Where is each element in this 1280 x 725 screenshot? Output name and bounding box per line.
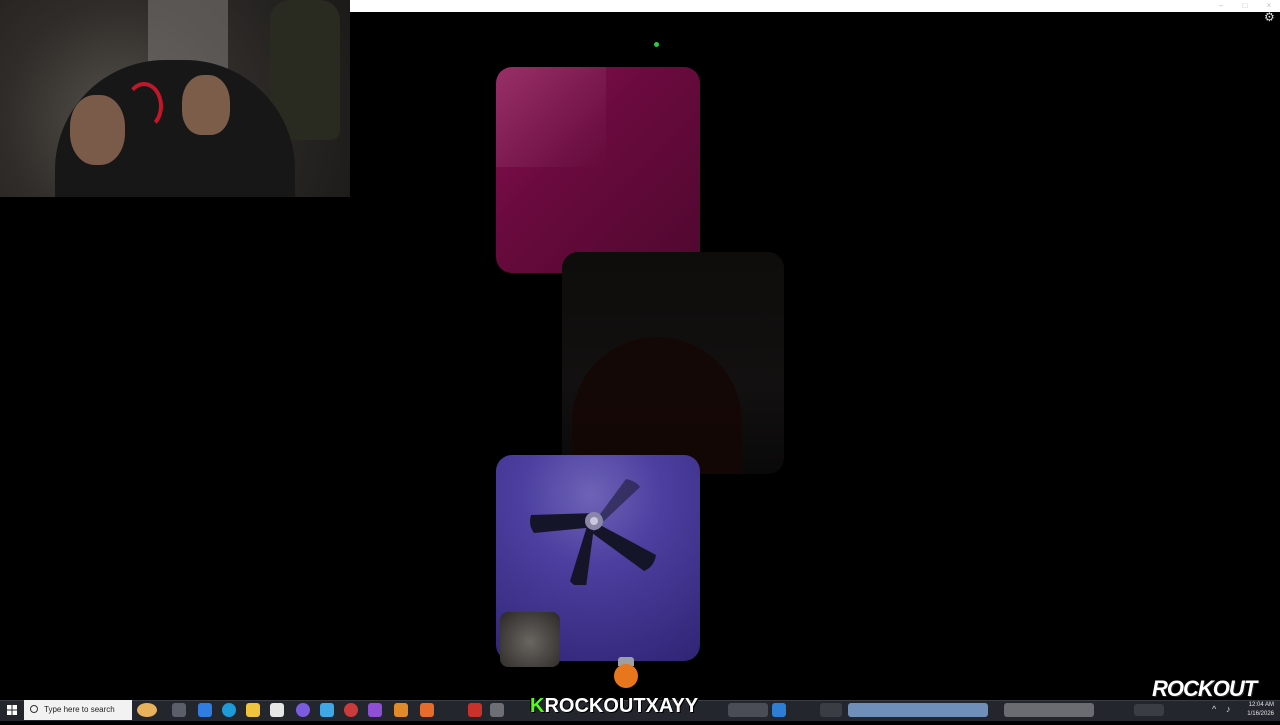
taskbar-app-icon[interactable] bbox=[198, 703, 212, 717]
participant-tile-dark[interactable] bbox=[562, 252, 784, 474]
self-view-thumbnail[interactable] bbox=[500, 612, 560, 667]
headset bbox=[125, 82, 163, 130]
settings-gear-icon[interactable]: ⚙ bbox=[1264, 11, 1276, 23]
webcam-overlay bbox=[0, 0, 350, 197]
epic-games-icon[interactable] bbox=[820, 703, 842, 717]
windows-start-icon[interactable] bbox=[0, 700, 24, 720]
task-view-icon[interactable] bbox=[172, 703, 186, 717]
store-icon[interactable] bbox=[270, 703, 284, 717]
obs-icon[interactable] bbox=[344, 703, 358, 717]
window-top-strip: – □ × bbox=[350, 0, 1280, 12]
status-dot bbox=[654, 42, 659, 47]
discord-icon[interactable] bbox=[296, 703, 310, 717]
taskbar-thumbnail-strip[interactable] bbox=[848, 703, 988, 717]
taskbar-thumbnail-strip-2[interactable] bbox=[1004, 703, 1094, 717]
taskbar-search-input[interactable]: Type here to search bbox=[24, 700, 132, 720]
taskbar-app-icon-6[interactable] bbox=[468, 703, 482, 717]
kick-logo-letter: K bbox=[530, 695, 545, 717]
clock-date: 1/16/2026 bbox=[1247, 711, 1274, 717]
channel-banner: KROCKOUTXAYY bbox=[530, 693, 720, 720]
taskbar-app-icon-5[interactable] bbox=[420, 703, 434, 717]
tile-shine bbox=[496, 67, 606, 167]
taskbar-app-icon-8[interactable] bbox=[728, 703, 768, 717]
volume-icon[interactable]: ♪ bbox=[1226, 704, 1236, 714]
taskbar-app-icon-2[interactable] bbox=[320, 703, 334, 717]
file-explorer-icon[interactable] bbox=[246, 703, 260, 717]
minimize-icon[interactable]: – bbox=[1216, 2, 1226, 10]
chevron-up-icon[interactable]: ^ bbox=[1212, 704, 1222, 714]
channel-name: ROCKOUTXAYY bbox=[544, 695, 699, 717]
close-icon[interactable]: × bbox=[1264, 2, 1274, 10]
search-placeholder: Type here to search bbox=[44, 705, 115, 714]
taskbar-app-icon-7[interactable] bbox=[490, 703, 504, 717]
taskbar-clock[interactable]: 12:04 AM 1/16/2026 bbox=[1238, 701, 1274, 719]
clock-time: 12:04 AM bbox=[1248, 702, 1274, 708]
weather-app-icon[interactable] bbox=[137, 703, 157, 717]
browser-icon[interactable] bbox=[222, 703, 236, 717]
search-icon bbox=[30, 705, 38, 713]
participant-tile-pink[interactable] bbox=[496, 67, 700, 273]
taskbar-app-icon-9[interactable] bbox=[772, 703, 786, 717]
waving-hand bbox=[182, 75, 230, 135]
taskbar-app-icon-4[interactable] bbox=[394, 703, 408, 717]
participant-silhouette bbox=[572, 337, 742, 474]
streamer-face bbox=[70, 95, 125, 165]
maximize-icon[interactable]: □ bbox=[1240, 2, 1250, 10]
pumpkin-mascot bbox=[614, 664, 638, 688]
taskbar-app-icon-3[interactable] bbox=[368, 703, 382, 717]
rockout-logo: ROCKOUT bbox=[1152, 676, 1257, 701]
fan-icon bbox=[530, 479, 656, 585]
tray-notification-area[interactable] bbox=[1134, 704, 1164, 716]
